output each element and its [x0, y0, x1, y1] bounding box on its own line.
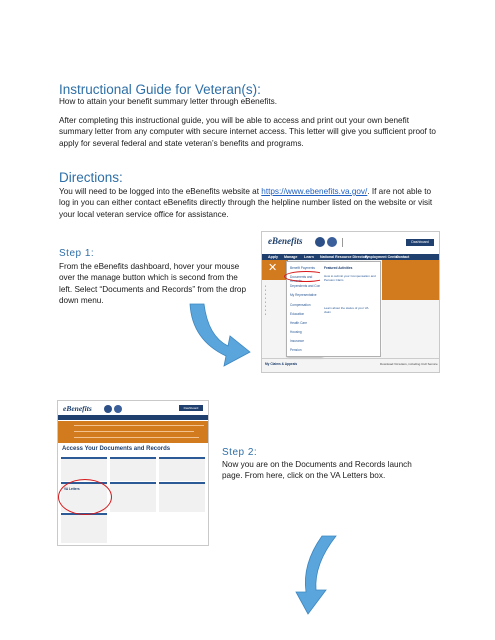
- va-header-text: [342, 238, 373, 247]
- va-seal-icon: [315, 237, 325, 247]
- menu-item-housing[interactable]: Housing: [290, 330, 302, 334]
- curved-arrow-2: [295, 535, 337, 615]
- banner-line: [74, 431, 194, 432]
- dashboard-button[interactable]: Dashboard: [406, 239, 434, 246]
- ebenefits-logo-2: eBenefits: [63, 404, 92, 413]
- menu-item-representative[interactable]: My Representative: [290, 293, 317, 297]
- featured-text-2[interactable]: Learn about the status of your VA claim: [324, 306, 376, 314]
- download-letters-text: Download VA letters, including Civil Ser…: [380, 362, 438, 366]
- page-heading-2: Access Your Documents and Records: [62, 446, 171, 452]
- curved-arrow-1: [189, 303, 251, 367]
- card[interactable]: [110, 482, 156, 512]
- va-seal-icon-2: [104, 405, 112, 413]
- tools-icon: ✕: [268, 262, 278, 274]
- ebenefits-logo: eBenefits: [268, 236, 303, 246]
- nav-manage[interactable]: Manage: [284, 255, 297, 259]
- dod-seal-icon: [327, 237, 337, 247]
- featured-panel: Featured Activities How to submit your C…: [320, 261, 381, 357]
- menu-item-education[interactable]: Education: [290, 312, 304, 316]
- menu-item-pension[interactable]: Pension: [290, 348, 302, 352]
- nav-bar-2: [58, 415, 208, 420]
- featured-heading: Featured Activities: [324, 266, 353, 270]
- menu-item-insurance[interactable]: Insurance: [290, 339, 304, 343]
- step1-heading: Step 1:: [59, 248, 95, 259]
- featured-text-1[interactable]: How to submit your Compensation and Pens…: [324, 274, 376, 282]
- menu-item-compensation[interactable]: Compensation: [290, 303, 311, 307]
- banner-right: [382, 260, 439, 300]
- card[interactable]: [110, 457, 156, 481]
- directions-text-before: You will need to be logged into the eBen…: [59, 187, 262, 196]
- directions-paragraph: You will need to be logged into the eBen…: [59, 186, 439, 220]
- page-subtitle: How to attain your benefit summary lette…: [59, 97, 277, 106]
- dashboard-button-2[interactable]: Dashboard: [179, 405, 203, 411]
- sidebar-list: ▪ ▪ ▪ ▪ ▪ ▪ ▪ ▪: [265, 284, 267, 316]
- ebenefits-link[interactable]: https://www.ebenefits.va.gov/: [261, 187, 367, 196]
- card[interactable]: [61, 513, 107, 543]
- card[interactable]: [159, 457, 205, 481]
- nav-learn[interactable]: Learn: [304, 255, 314, 259]
- card[interactable]: [159, 482, 205, 512]
- va-letters-highlight-circle: [58, 479, 112, 515]
- directions-heading: Directions:: [59, 170, 123, 185]
- nav-apply[interactable]: Apply: [268, 255, 278, 259]
- banner-line: [74, 437, 199, 438]
- nav-employment[interactable]: Employment Center: [365, 255, 399, 259]
- banner-line: [74, 425, 204, 426]
- menu-item-health-care[interactable]: Health Care: [290, 321, 307, 325]
- nav-national-resource[interactable]: National Resource Directory: [320, 255, 368, 259]
- screenshot-dashboard: eBenefits Dashboard Apply Manage Learn N…: [261, 231, 440, 373]
- screenshot-documents-records: eBenefits Dashboard Access Your Document…: [57, 400, 209, 546]
- menu-item-dependents[interactable]: Dependents and Contact Information: [290, 284, 320, 289]
- my-claims-label: My Claims & Appeals: [265, 362, 298, 366]
- bottom-divider: [262, 358, 439, 359]
- dod-seal-icon-2: [114, 405, 122, 413]
- menu-item-benefit-payments[interactable]: Benefit Payments: [290, 266, 315, 270]
- nav-contact[interactable]: Contact: [396, 255, 409, 259]
- step2-text: Now you are on the Documents and Records…: [222, 460, 412, 481]
- page-title: Instructional Guide for Veteran(s):: [59, 82, 261, 97]
- card[interactable]: [61, 457, 107, 481]
- intro-paragraph: After completing this instructional guid…: [59, 116, 436, 148]
- step2-heading: Step 2:: [222, 447, 258, 458]
